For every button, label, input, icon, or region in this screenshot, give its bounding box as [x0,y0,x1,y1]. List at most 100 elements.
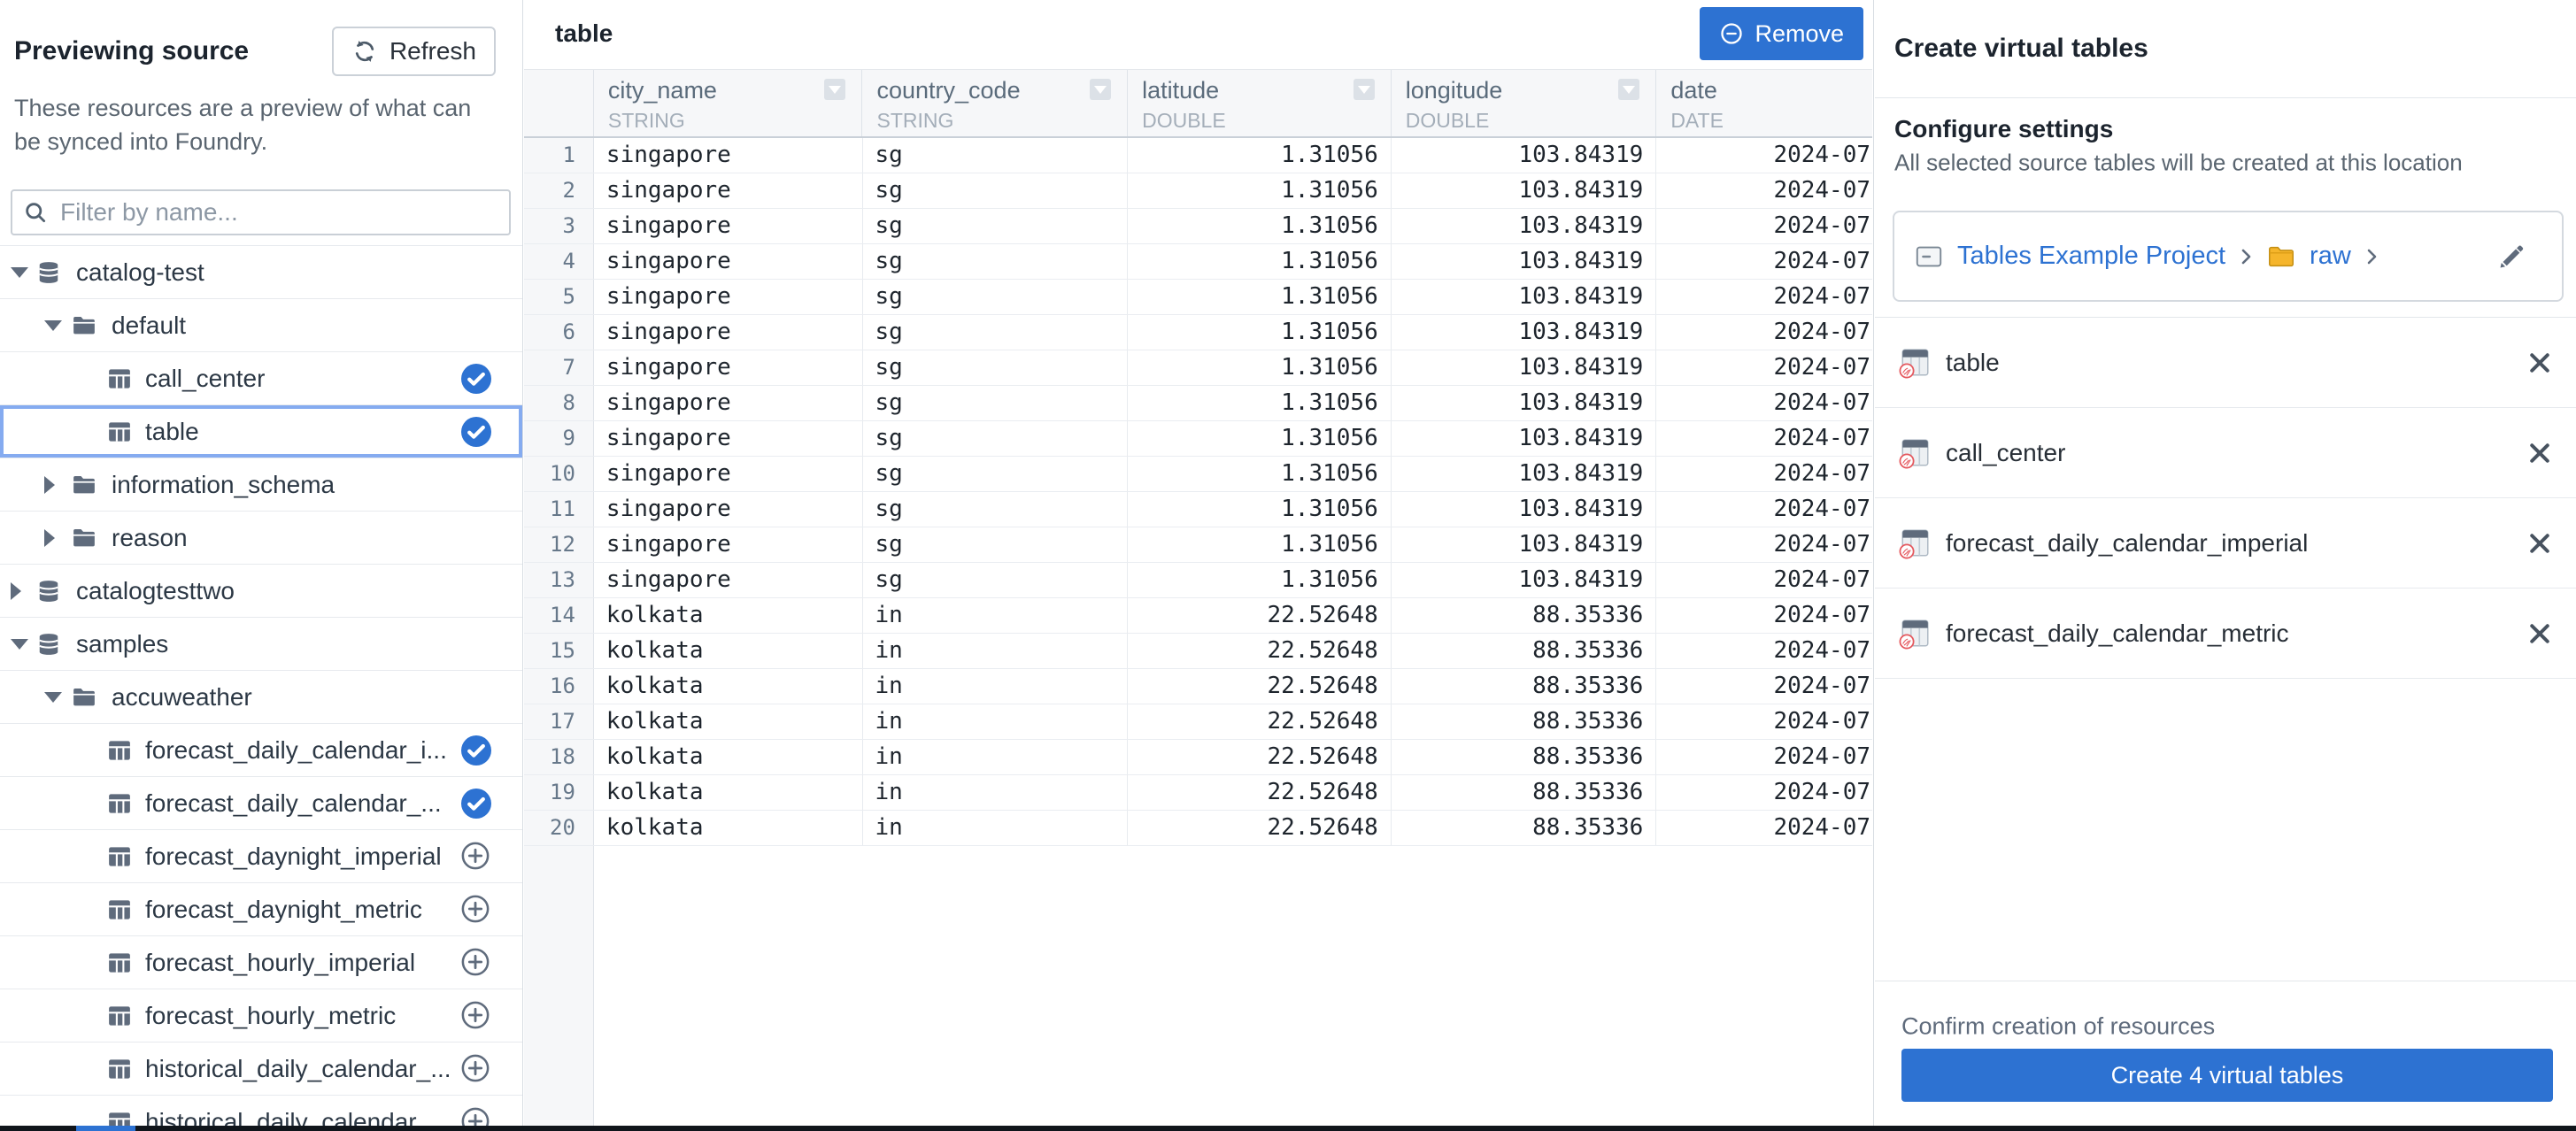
cell-latitude: 22.52648 [1128,634,1392,668]
caret-right-icon[interactable] [44,529,55,547]
cell-longitude: 88.35336 [1392,669,1657,704]
tree-item-samples[interactable]: samples [0,617,522,670]
refresh-label: Refresh [389,37,476,65]
cell-country_code: in [863,811,1129,845]
add-table-icon[interactable] [461,1054,491,1084]
tree-item-forecast-daily-calendar-[interactable]: forecast_daily_calendar_... [0,776,522,829]
cell-country_code: in [863,740,1129,774]
column-filter-icon[interactable] [1618,79,1639,100]
cell-date: 2024-07 [1656,350,1872,385]
caret-down-icon[interactable] [44,320,62,331]
filter-input[interactable] [58,197,509,227]
breadcrumb-project-link[interactable]: Tables Example Project [1957,242,2225,271]
table-row: 14kolkatain22.5264888.353362024-07 [524,598,1872,634]
table-icon [106,950,133,976]
divider [1875,97,2576,98]
bottom-scrollbar-thumb[interactable] [76,1126,135,1131]
add-table-icon[interactable] [461,895,491,925]
cell-longitude: 103.84319 [1392,173,1657,208]
column-header-latitude: latitudeDOUBLE [1128,70,1392,136]
virtual-table-name: forecast_daily_calendar_metric [1946,619,2289,648]
add-table-icon[interactable] [461,948,491,978]
row-number: 19 [524,775,594,810]
row-number: 16 [524,669,594,704]
cell-country_code: sg [863,315,1129,350]
table-row: 11singaporesg1.31056103.843192024-07 [524,492,1872,527]
chevron-right-icon [2239,245,2253,268]
selected-check-icon[interactable] [461,364,491,394]
column-type: STRING [608,109,862,133]
edit-location-button[interactable] [2496,242,2526,272]
tree-item-call-center[interactable]: call_center [0,351,522,404]
selected-check-icon[interactable] [461,735,491,766]
minus-circle-icon [1719,21,1744,46]
tree-item-catalog-test[interactable]: catalog-test [0,245,522,298]
tree-item-forecast-hourly-imperial[interactable]: forecast_hourly_imperial [0,935,522,989]
remove-table-button[interactable] [2526,530,2553,557]
cell-city_name: kolkata [594,704,863,739]
tree-item-historical-daily-calendar-[interactable]: historical_daily_calendar_... [0,1042,522,1095]
tree-item-information-schema[interactable]: information_schema [0,458,522,511]
breadcrumb-folder-link[interactable]: raw [2310,242,2351,271]
table-row: 17kolkatain22.5264888.353362024-07 [524,704,1872,740]
cell-latitude: 1.31056 [1128,209,1392,243]
cell-latitude: 1.31056 [1128,563,1392,597]
remove-table-button[interactable] [2526,620,2553,647]
create-virtual-tables-button[interactable]: Create 4 virtual tables [1901,1049,2553,1102]
cell-date: 2024-07 [1656,138,1872,173]
selected-check-icon[interactable] [461,789,491,819]
cell-date: 2024-07 [1656,457,1872,491]
tree-item-forecast-daynight-imperial[interactable]: forecast_daynight_imperial [0,829,522,882]
tree-item-forecast-daynight-metric[interactable]: forecast_daynight_metric [0,882,522,935]
folder-icon [71,472,97,498]
column-filter-icon[interactable] [1354,79,1375,100]
selected-check-icon[interactable] [461,417,491,447]
virtual-table-icon [1898,436,1932,470]
cell-longitude: 103.84319 [1392,244,1657,279]
create-virtual-tables-panel: Create virtual tables Configure settings… [1875,0,2576,1126]
tree-item-label: forecast_hourly_imperial [145,949,415,977]
cell-latitude: 22.52648 [1128,598,1392,633]
tree-item-forecast-hourly-metric[interactable]: forecast_hourly_metric [0,989,522,1042]
tree-item-default[interactable]: default [0,298,522,351]
column-filter-icon[interactable] [824,79,845,100]
column-filter-icon[interactable] [1090,79,1111,100]
tree-item-reason[interactable]: reason [0,511,522,564]
virtual-table-item-forecast_daily_calendar_metric: forecast_daily_calendar_metric [1875,589,2576,679]
remove-button[interactable]: Remove [1700,7,1863,60]
caret-right-icon[interactable] [44,476,55,494]
remove-table-button[interactable] [2526,440,2553,466]
caret-down-icon[interactable] [11,639,28,650]
selected-tables-list: tablecall_centerforecast_daily_calendar_… [1875,317,2576,679]
tree-item-historical-daily-calendar[interactable]: historical_daily_calendar [0,1095,522,1126]
add-table-icon[interactable] [461,842,491,872]
add-table-icon[interactable] [461,1001,491,1031]
tree-item-table[interactable]: table [0,404,522,458]
cell-date: 2024-07 [1656,669,1872,704]
cell-city_name: singapore [594,209,863,243]
cell-date: 2024-07 [1656,173,1872,208]
cell-city_name: singapore [594,457,863,491]
cell-date: 2024-07 [1656,811,1872,845]
add-table-icon[interactable] [461,1107,491,1127]
caret-down-icon[interactable] [11,267,28,278]
cell-date: 2024-07 [1656,740,1872,774]
cell-city_name: kolkata [594,811,863,845]
row-number-gutter [524,846,594,1126]
cell-date: 2024-07 [1656,492,1872,527]
cell-city_name: singapore [594,386,863,420]
caret-down-icon[interactable] [44,692,62,703]
cell-date: 2024-07 [1656,386,1872,420]
caret-right-icon[interactable] [11,582,21,600]
tree-item-accuweather[interactable]: accuweather [0,670,522,723]
remove-table-button[interactable] [2526,350,2553,376]
cell-latitude: 1.31056 [1128,492,1392,527]
tree-item-forecast-daily-calendar-i-[interactable]: forecast_daily_calendar_i... [0,723,522,776]
cell-longitude: 103.84319 [1392,315,1657,350]
tree-item-catalogtesttwo[interactable]: catalogtesttwo [0,564,522,617]
previewing-source-title: Previewing source [14,36,249,66]
cell-city_name: kolkata [594,740,863,774]
refresh-button[interactable]: Refresh [332,27,496,76]
column-type: STRING [876,109,1127,133]
virtual-table-name: call_center [1946,439,2065,467]
